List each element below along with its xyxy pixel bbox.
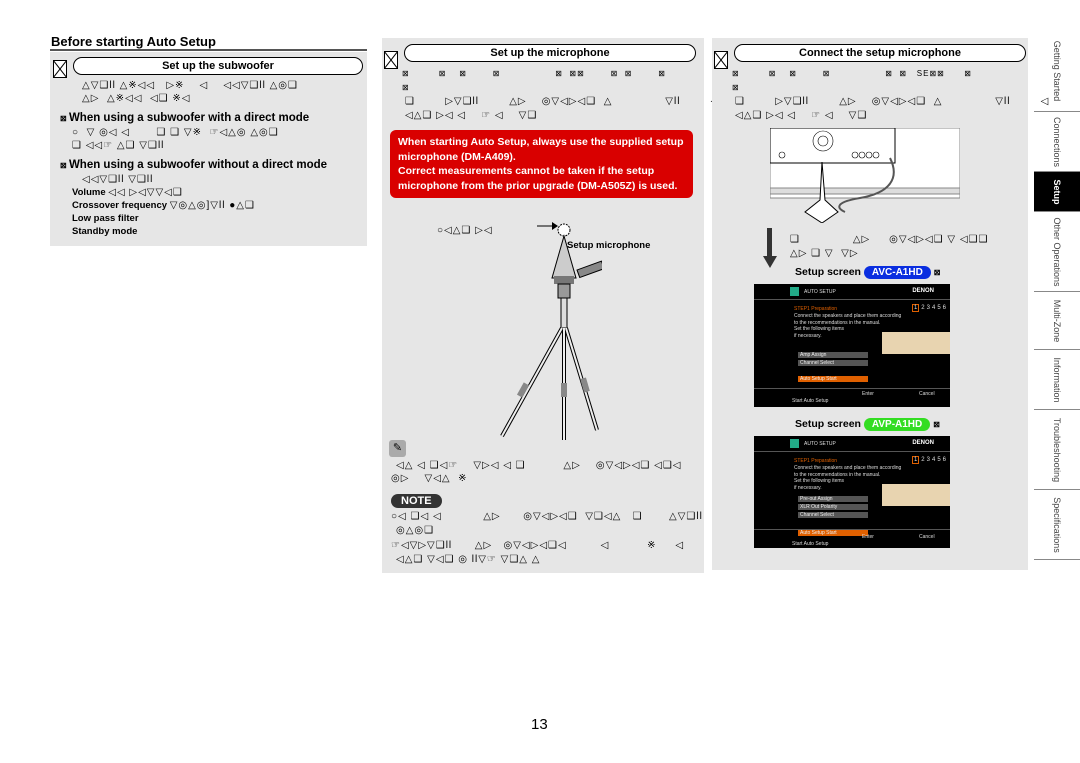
settings-list: Volume ◁◁ ▷◁▽▽◁❑ Crossover frequency ▽◎△…: [72, 187, 255, 237]
cancel-hint: Cancel: [919, 534, 935, 540]
speaker-layout-illustration: [882, 484, 950, 506]
screen-title: AUTO SETUP: [804, 441, 836, 447]
step-title: STEP1 Preparation: [794, 306, 838, 312]
note-badge: NOTE: [391, 494, 442, 508]
step-number: 6: [942, 305, 946, 311]
setting-volume: Volume: [72, 187, 106, 198]
step-number: 2: [921, 457, 925, 463]
setup-screen-label: Setup screen AVP-A1HD ⊠: [795, 418, 940, 431]
step-number: 3: [926, 305, 930, 311]
subwoofer-intro-2: △▷ △※◁◁ ◁❑ ※◁: [82, 93, 191, 104]
brand-logo: DENON: [912, 440, 934, 446]
step-number: 5: [937, 305, 941, 311]
side-tab-connections[interactable]: Connections: [1034, 112, 1080, 172]
step-marker-icon: [714, 51, 728, 69]
step-marker-icon: [384, 51, 398, 69]
desc-line: Connect the speakers and place them acco…: [794, 313, 902, 319]
subwoofer-heading: Set up the subwoofer: [73, 57, 363, 75]
note-line: ◎△◎❑: [396, 525, 435, 536]
mic-line: ⊠ ⊠ ⊠ ⊠ ⊠ ⊠⊠ ⊠ ⊠ ⊠: [402, 69, 666, 78]
model-badge: AVP-A1HD: [863, 418, 931, 431]
menu-item[interactable]: XLR Out Polarity: [798, 504, 868, 510]
menu-item[interactable]: Amp Assign: [798, 352, 868, 358]
step-number: 5: [937, 457, 941, 463]
step-number: 3: [926, 457, 930, 463]
section-title: Before starting Auto Setup: [51, 34, 216, 49]
cancel-hint: Cancel: [919, 391, 935, 397]
screen-footer: Start Auto Setup: [792, 541, 829, 547]
microphone-panel: Set up the microphone ⊠ ⊠ ⊠ ⊠ ⊠ ⊠⊠ ⊠ ⊠ ⊠…: [382, 38, 718, 573]
auto-setup-start-button[interactable]: Auto Setup Start: [798, 376, 868, 382]
setting-crossover: Crossover frequency: [72, 200, 168, 211]
desc-line: Connect the speakers and place them acco…: [794, 465, 902, 471]
setup-icon: [790, 287, 799, 296]
note-line: ○◁ ❑◁ ◁ △▷ ◎▽◁▷◁❑ ▽❑◁△ ❑ △▽❑ll: [391, 511, 703, 522]
subwoofer-intro-1: △▽❑ll △※◁◁ ▷※ ◁ ◁◁▽❑ll △◎❑: [82, 80, 298, 91]
connect-line: ⊠ ⊠ ⊠ ⊠ ⊠ ⊠ SE⊠⊠ ⊠: [732, 69, 972, 78]
subwoofer-panel: Set up the subwoofer △▽❑ll △※◁◁ ▷※ ◁ ◁◁▽…: [50, 52, 367, 246]
setup-icon: [790, 439, 799, 448]
brand-logo: DENON: [912, 288, 934, 294]
setting-standby: Standby mode: [72, 226, 138, 237]
side-tab-setup[interactable]: Setup: [1034, 172, 1080, 212]
side-tab-specifications[interactable]: Specifications: [1034, 490, 1080, 560]
side-tab-troubleshooting[interactable]: Troubleshooting: [1034, 410, 1080, 490]
tip-line: ◎▷ ▽◁△ ※: [391, 473, 468, 484]
nodirect-mode-title: ⊠ When using a subwoofer without a direc…: [60, 159, 328, 171]
menu-item[interactable]: Channel Select: [798, 360, 868, 366]
side-tab-other-operations[interactable]: Other Operations: [1034, 212, 1080, 292]
enter-hint: Enter: [862, 534, 874, 540]
enter-hint: Enter: [862, 391, 874, 397]
mic-line: ◁△❑ ▷◁ ◁ ☞ ◁ ▽❑: [405, 110, 538, 121]
auto-setup-screen: AUTO SETUP DENON STEP1 Preparation 12345…: [754, 436, 950, 548]
connect-line: ❑ ▷▽❑ll △▷ ◎▽◁▷◁❑ △ ▽ll ◁: [735, 96, 1050, 107]
step-number: 4: [931, 457, 936, 463]
direct-mode-title: ⊠ When using a subwoofer with a direct m…: [60, 112, 310, 124]
auto-setup-start-button[interactable]: Auto Setup Start: [798, 530, 868, 536]
mic-line: ⊠: [402, 83, 410, 92]
tip-line: ◁△ ◁ ❑◁☞ ▽▷◁ ◁ ❑ △▷ ◎▽◁▷◁❑ ◁❑◁: [396, 460, 682, 471]
connect-heading: Connect the setup microphone: [734, 44, 1026, 62]
after-line: ❑ △▷ ◎▽◁▷◁❑ ▽ ◁❑❑: [790, 234, 989, 245]
screen-footer: Start Auto Setup: [792, 398, 829, 404]
connect-line: ◁△❑ ▷◁ ◁ ☞ ◁ ▽❑: [735, 110, 868, 121]
menu-item[interactable]: Pre-out Assign: [798, 496, 868, 502]
screen-title: AUTO SETUP: [804, 289, 836, 295]
direct-text-2: ❑ ◁◁☞ △❑ ▽❑ll: [72, 140, 165, 151]
after-line: △▷ ❑ ▽ ▽▷: [790, 248, 859, 259]
side-tab-getting-started[interactable]: Getting Started: [1034, 30, 1080, 112]
title-rule: [50, 49, 367, 51]
model-badge: AVC-A1HD: [863, 266, 931, 279]
note-line: ◁△❑ ▽◁❑ ◎ ll▽☞ ▽❑△ △: [396, 554, 541, 565]
side-tab-information[interactable]: Information: [1034, 350, 1080, 410]
setting-lpf: Low pass filter: [72, 213, 139, 224]
step-number: 4: [931, 305, 936, 311]
step-number: 6: [942, 457, 946, 463]
setup-screen-label: Setup screen AVC-A1HD ⊠: [795, 266, 941, 279]
auto-setup-screen: AUTO SETUP DENON STEP1 Preparation 12345…: [754, 284, 950, 407]
note-line: ☞◁▽▷▽❑ll △▷ ◎▽◁▷◁❑◁ ◁ ※ ◁: [391, 540, 685, 551]
microphone-heading: Set up the microphone: [404, 44, 696, 62]
step-number: 1: [911, 456, 920, 464]
down-arrow-icon: [767, 228, 772, 258]
connect-line: ⊠: [732, 83, 740, 92]
pencil-icon: ✎: [389, 440, 406, 457]
menu-item[interactable]: Channel Select: [798, 512, 868, 518]
tripod-microphone-illustration: [500, 222, 602, 440]
side-tab-multi-zone[interactable]: Multi-Zone: [1034, 292, 1080, 350]
page-number: 13: [531, 716, 548, 733]
mic-line: ❑ ▷▽❑ll △▷ ◎▽◁▷◁❑ △ ▽ll ◁: [405, 96, 720, 107]
step-title: STEP1 Preparation: [794, 458, 838, 464]
step-marker-icon: [53, 60, 67, 78]
warning-box: When starting Auto Setup, always use the…: [390, 130, 693, 198]
step-number: 2: [921, 305, 925, 311]
direct-text-1: ○ ▽ ◎◁ ◁ ❑ ❑ ▽※ ☞◁△◎ △◎❑: [72, 127, 279, 138]
speaker-layout-illustration: [882, 332, 950, 354]
step-number: 1: [911, 304, 920, 312]
nodirect-text: ◁◁▽❑ll ▽❑ll: [82, 174, 154, 185]
receiver-connection-illustration: [770, 128, 960, 223]
